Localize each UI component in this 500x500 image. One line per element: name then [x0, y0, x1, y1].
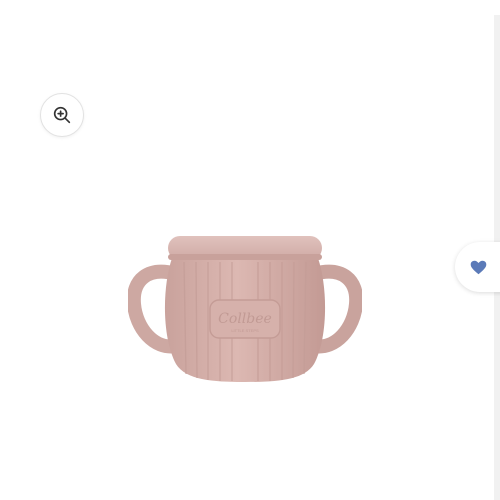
wishlist-button[interactable] — [455, 242, 500, 292]
product-image[interactable]: Collbee LITTLE STEPS — [128, 228, 362, 386]
product-logo-text: Collbee — [218, 311, 272, 327]
product-logo-subtext: LITTLE STEPS — [231, 328, 259, 333]
zoom-in-icon — [53, 106, 71, 124]
zoom-button[interactable] — [40, 93, 84, 137]
heart-icon — [470, 260, 487, 274]
product-image-gallery: Collbee LITTLE STEPS — [0, 0, 500, 500]
